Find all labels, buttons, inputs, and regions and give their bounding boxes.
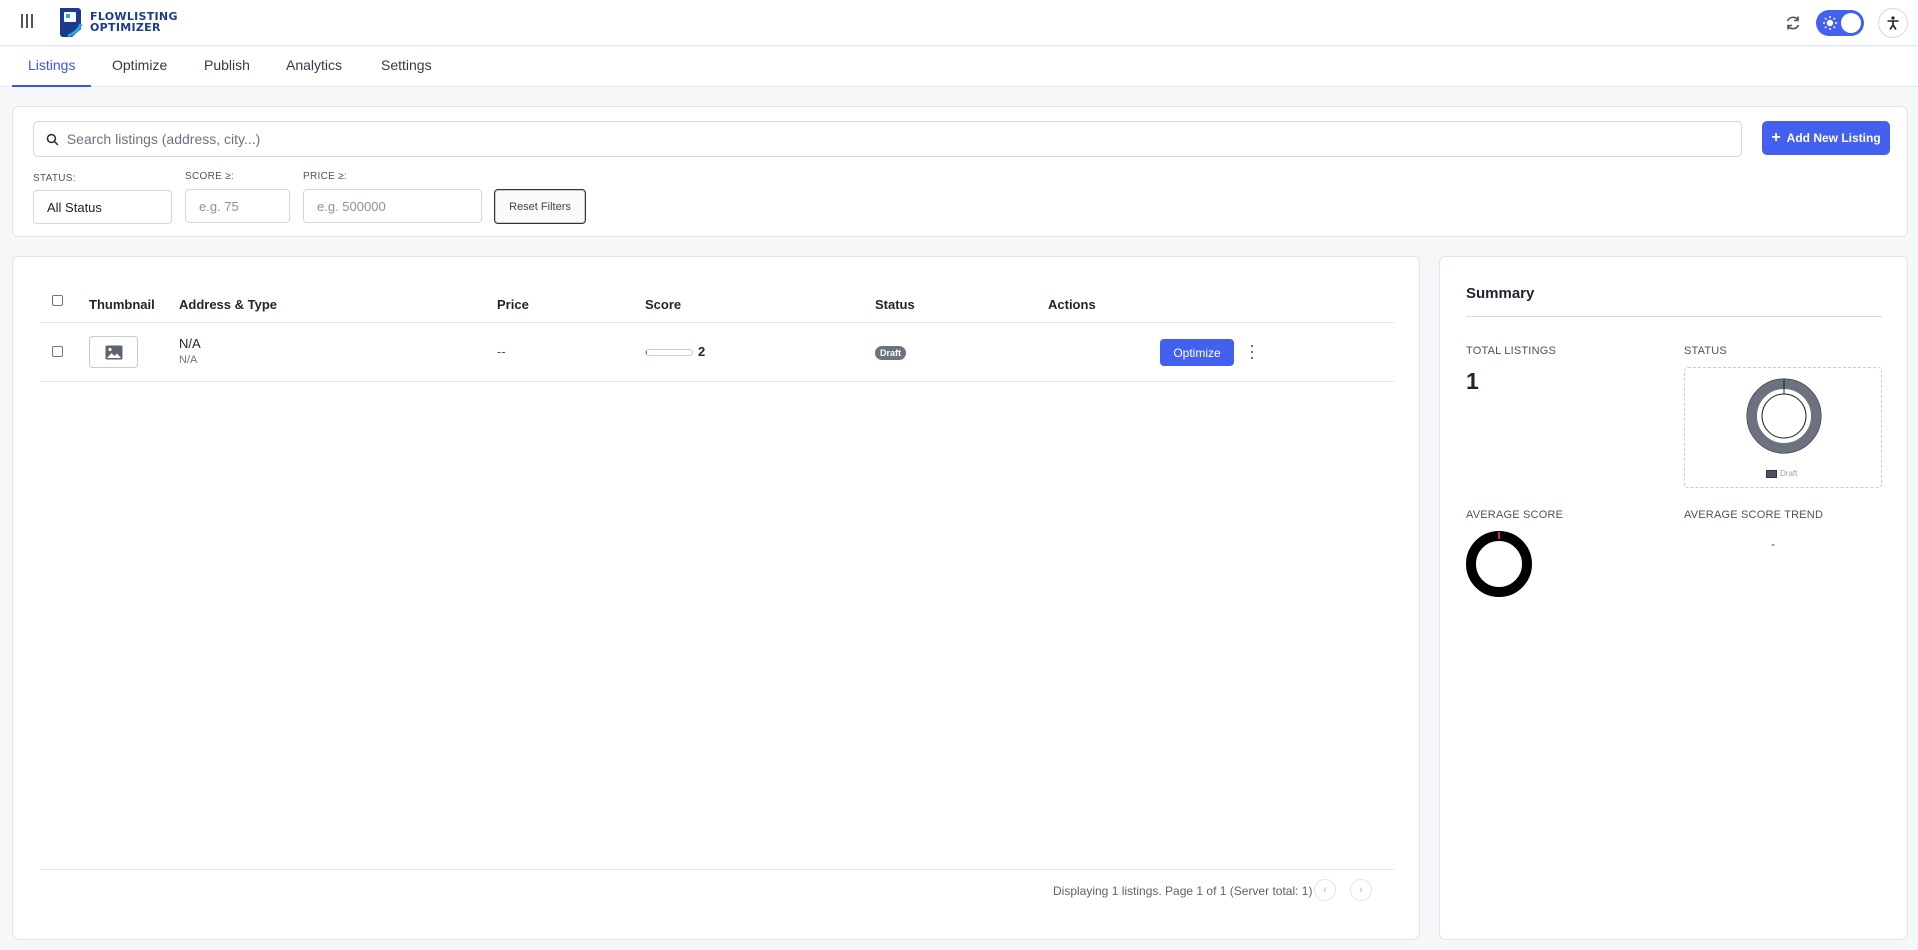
footer-divider (40, 869, 1394, 870)
score-bar-fill (646, 350, 647, 355)
tab-analytics[interactable]: Analytics (270, 47, 358, 87)
header-price: Price (497, 297, 529, 312)
average-score-gauge (1466, 531, 1532, 597)
header-status: Status (875, 297, 915, 312)
listing-score: 2 (698, 344, 706, 359)
theme-toggle[interactable] (1816, 10, 1864, 36)
filter-panel: + Add New Listing STATUS: All Status SCO… (12, 106, 1908, 237)
status-chart-label: STATUS (1684, 345, 1727, 357)
listing-price: -- (497, 344, 506, 359)
search-box (33, 121, 1742, 157)
status-select[interactable]: All Status (33, 190, 172, 224)
accessibility-icon (1887, 16, 1899, 30)
header-actions: Actions (1048, 297, 1096, 312)
tab-publish[interactable]: Publish (188, 47, 266, 87)
tab-settings[interactable]: Settings (365, 47, 448, 87)
pagination-info: Displaying 1 listings. Page 1 of 1 (Serv… (1053, 884, 1313, 898)
search-icon (46, 133, 59, 145)
reset-filters-button[interactable]: Reset Filters (494, 189, 586, 224)
logo-line2: OPTIMIZER (90, 21, 161, 34)
price-filter-label: PRICE ≥: (303, 171, 348, 182)
listings-panel: Thumbnail Address & Type Price Score Sta… (12, 256, 1420, 940)
header-divider (40, 322, 1394, 323)
tab-listings[interactable]: Listings (12, 47, 92, 87)
legend-swatch-draft (1766, 469, 1777, 478)
score-input[interactable]: e.g. 75 (185, 189, 290, 223)
listing-thumbnail (89, 336, 138, 368)
row-checkbox[interactable] (52, 346, 63, 357)
score-bar (645, 349, 693, 356)
logo-icon (60, 8, 83, 38)
more-options-icon[interactable] (1250, 345, 1254, 359)
header-address: Address & Type (179, 297, 278, 312)
total-listings-label: TOTAL LISTINGS (1466, 345, 1557, 357)
status-filter-label: STATUS: (33, 173, 76, 184)
status-badge: Draft (875, 346, 907, 360)
row-divider (40, 381, 1394, 382)
status-donut (1746, 378, 1822, 454)
optimize-button[interactable]: Optimize (1160, 339, 1234, 366)
total-listings-value: 1 (1466, 368, 1479, 394)
summary-title: Summary (1466, 285, 1535, 302)
sun-icon (1823, 16, 1837, 30)
plus-icon: + (1771, 129, 1781, 146)
app-logo: FLOWLISTING OPTIMIZER (56, 6, 178, 38)
menu-icon[interactable] (21, 14, 35, 30)
status-chart: Draft (1684, 367, 1882, 488)
price-input[interactable]: e.g. 500000 (303, 189, 482, 223)
accessibility-button[interactable] (1878, 8, 1908, 38)
search-input[interactable] (66, 131, 1741, 147)
refresh-icon[interactable] (1784, 14, 1802, 32)
listing-address[interactable]: N/A (179, 336, 201, 351)
next-page-button[interactable]: › (1350, 879, 1372, 901)
summary-divider (1466, 316, 1882, 317)
score-trend-label: AVERAGE SCORE TREND (1684, 509, 1824, 521)
tab-optimize[interactable]: Optimize (96, 47, 183, 87)
average-score-label: AVERAGE SCORE (1466, 509, 1564, 521)
listing-type: N/A (179, 354, 198, 366)
toggle-knob (1841, 13, 1861, 33)
prev-page-button[interactable]: ‹ (1314, 879, 1336, 901)
add-listing-label: Add New Listing (1786, 131, 1881, 145)
add-listing-button[interactable]: + Add New Listing (1762, 121, 1890, 155)
header-thumbnail: Thumbnail (89, 297, 155, 312)
score-filter-label: SCORE ≥: (185, 171, 235, 182)
legend-label-draft: Draft (1780, 469, 1798, 478)
header-score: Score (645, 297, 682, 312)
status-legend: Draft (1766, 469, 1797, 478)
score-trend-value: - (1771, 537, 1775, 551)
top-bar: FLOWLISTING OPTIMIZER (0, 0, 1918, 46)
image-icon (105, 345, 122, 359)
summary-panel: Summary TOTAL LISTINGS 1 STATUS Draft AV… (1439, 256, 1908, 940)
main-tabs: Listings Optimize Publish Analytics Sett… (0, 47, 1918, 87)
select-all-checkbox[interactable] (52, 295, 63, 306)
